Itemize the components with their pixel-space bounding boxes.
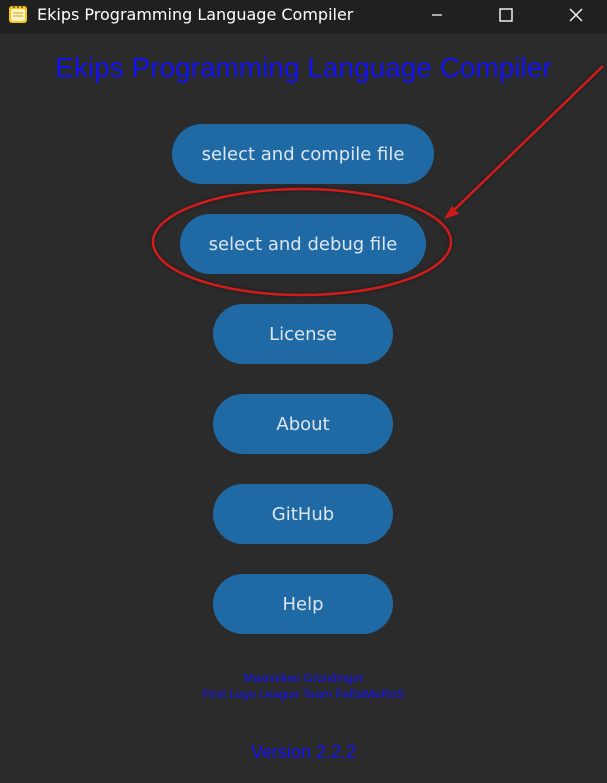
window-title: Ekips Programming Language Compiler: [37, 5, 354, 24]
pointer-arrow: [451, 65, 604, 213]
minimize-icon: [432, 14, 442, 16]
highlight-annotation: [151, 65, 604, 297]
maximize-button[interactable]: [483, 0, 529, 30]
title-bar[interactable]: Ekips Programming Language Compiler: [0, 0, 607, 34]
license-button[interactable]: License: [213, 304, 393, 364]
help-button[interactable]: Help: [213, 574, 393, 634]
author-credit: Maximilian Gründinger: [243, 671, 364, 685]
close-button[interactable]: [553, 0, 599, 30]
app-window: Ekips Programming Language Compiler Ekip…: [0, 0, 607, 783]
select-and-compile-button[interactable]: select and compile file: [172, 124, 434, 184]
select-and-debug-button[interactable]: select and debug file: [180, 214, 426, 274]
team-credit: First Lego League Team FaRaMeRoS: [202, 687, 405, 701]
close-icon: [569, 8, 583, 22]
version-label: Version 2.2.2: [250, 742, 357, 762]
notepad-app-icon: [8, 4, 28, 24]
github-button[interactable]: GitHub: [213, 484, 393, 544]
app-heading: Ekips Programming Language Compiler: [55, 52, 552, 83]
minimize-button[interactable]: [414, 0, 460, 30]
maximize-icon: [499, 8, 513, 22]
arrow-head: [444, 206, 459, 219]
about-button[interactable]: About: [213, 394, 393, 454]
